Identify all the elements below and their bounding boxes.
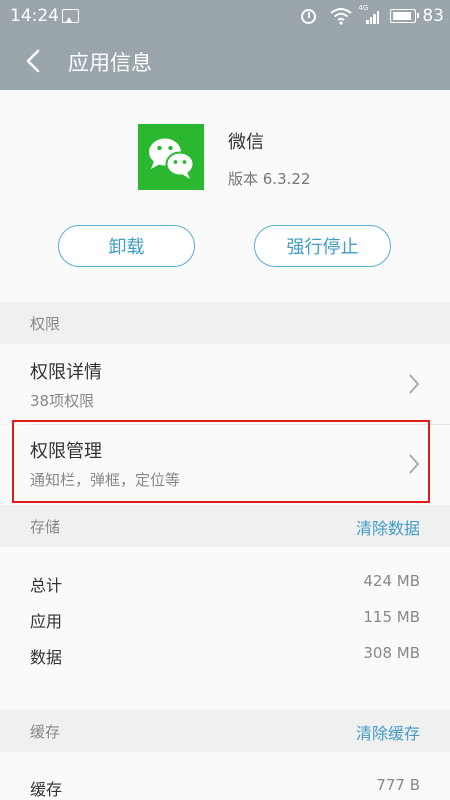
storage-label: 应用 — [30, 612, 63, 631]
permission-details-row[interactable]: 权限详情 38项权限 — [0, 344, 450, 424]
cellular-signal-icon: 4G — [358, 4, 380, 26]
cache-row: 缓存 777 B — [0, 776, 450, 800]
section-header-cache: 缓存 清除缓存 — [0, 710, 450, 752]
storage-row-app: 应用 115 MB — [0, 608, 450, 632]
section-label: 缓存 — [30, 723, 61, 741]
storage-value: 308 MB — [363, 644, 420, 662]
storage-row-data: 数据 308 MB — [0, 644, 450, 668]
status-icons: 4G 83 — [301, 4, 444, 27]
app-bar: 应用信息 — [0, 32, 450, 90]
app-version: 版本 6.3.22 — [228, 170, 311, 188]
cache-value: 777 B — [376, 776, 420, 794]
force-stop-button[interactable]: 强行停止 — [254, 225, 391, 267]
wifi-icon — [330, 8, 352, 25]
page-title: 应用信息 — [68, 51, 152, 75]
cache-label: 缓存 — [30, 780, 63, 799]
chevron-right-icon — [409, 374, 420, 394]
storage-label: 总计 — [30, 576, 63, 595]
alarm-icon — [301, 8, 317, 24]
uninstall-button[interactable]: 卸载 — [58, 225, 195, 267]
section-header-storage: 存储 清除数据 — [0, 505, 450, 547]
status-bar: 14:24 4G 83 — [0, 0, 450, 32]
storage-label: 数据 — [30, 648, 63, 667]
gallery-notification-icon — [62, 9, 79, 23]
storage-value: 424 MB — [363, 572, 420, 590]
section-header-permissions: 权限 — [0, 302, 450, 344]
row-title: 权限详情 — [30, 362, 102, 383]
app-name: 微信 — [228, 132, 264, 153]
battery-icon — [390, 9, 420, 23]
wechat-app-icon — [138, 124, 204, 190]
clear-cache-button[interactable]: 清除缓存 — [356, 720, 420, 744]
storage-value: 115 MB — [363, 608, 420, 626]
app-info-card: 微信 版本 6.3.22 卸载 强行停止 — [0, 90, 450, 302]
cache-details: 缓存 777 B — [0, 752, 450, 800]
clear-data-button[interactable]: 清除数据 — [356, 515, 420, 539]
status-time: 14:24 — [10, 6, 59, 26]
section-label: 存储 — [30, 518, 61, 536]
highlight-box — [12, 420, 430, 503]
row-subtitle: 38项权限 — [30, 392, 95, 410]
storage-row-total: 总计 424 MB — [0, 572, 450, 596]
section-label: 权限 — [30, 315, 61, 333]
storage-details: 总计 424 MB 应用 115 MB 数据 308 MB — [0, 547, 450, 709]
battery-level: 83 — [422, 6, 444, 26]
back-arrow-icon[interactable] — [22, 49, 46, 73]
